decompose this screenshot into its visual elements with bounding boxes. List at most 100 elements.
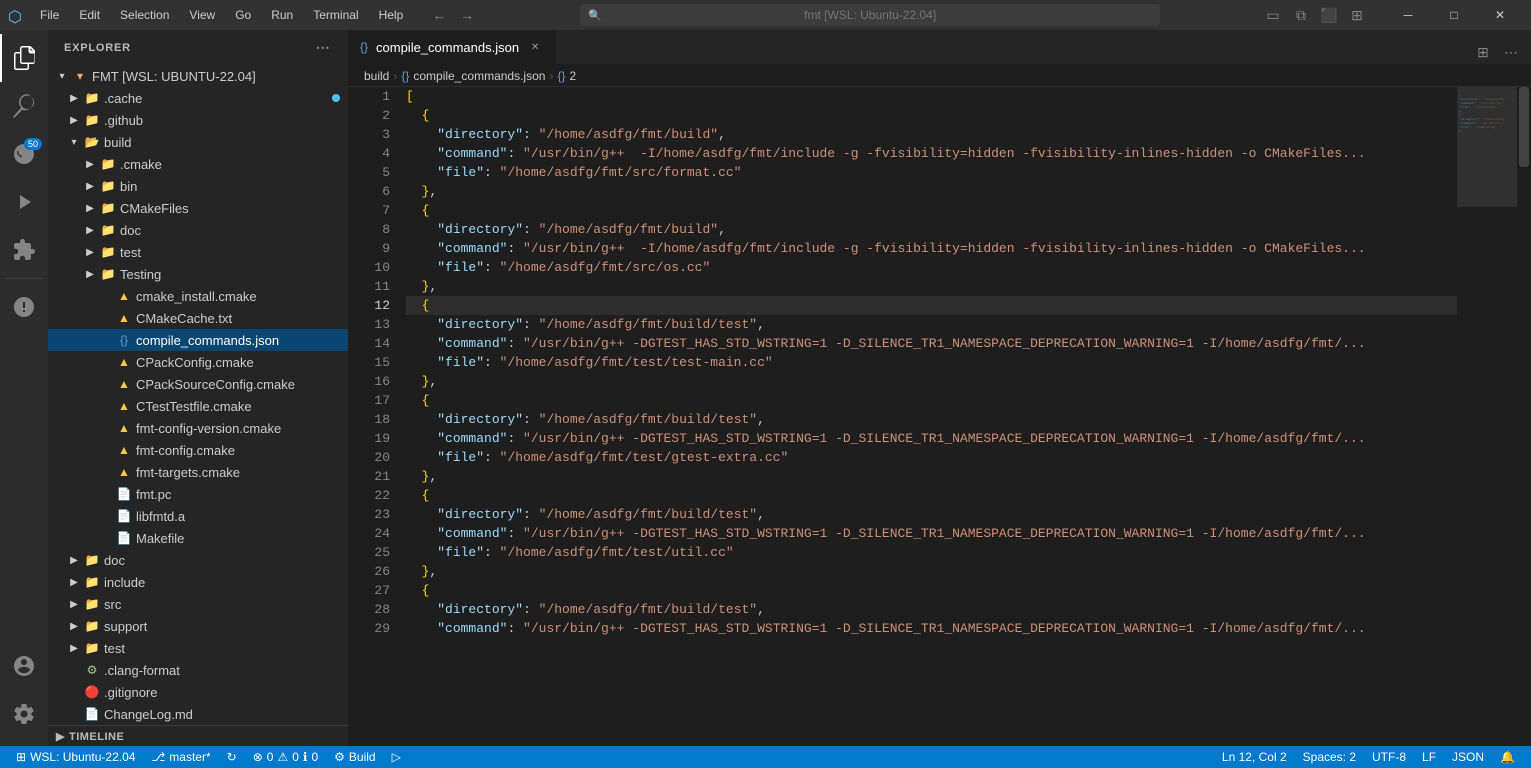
- more-tab-actions-button[interactable]: ⋯: [1499, 40, 1523, 64]
- status-run[interactable]: ▷: [384, 746, 409, 768]
- tree-item-support[interactable]: ▶ 📁 support: [48, 615, 348, 637]
- tree-item-clang-format[interactable]: ▶ ⚙ .clang-format: [48, 659, 348, 681]
- status-errors[interactable]: ⊗ 0 ⚠ 0 ℹ 0: [245, 746, 326, 768]
- layout-icon[interactable]: ▭: [1261, 3, 1285, 27]
- tree-item-doc-build[interactable]: ▶ 📁 doc: [48, 219, 348, 241]
- status-eol[interactable]: LF: [1414, 746, 1444, 768]
- minimap[interactable]: [ { "directory": "/home/asdfg...", "comm…: [1457, 87, 1517, 746]
- status-branch[interactable]: ⎇ master*: [143, 746, 218, 768]
- tree-item-ctestfile[interactable]: ▶ ▲ CTestTestfile.cmake: [48, 395, 348, 417]
- tree-item-bin[interactable]: ▶ 📁 bin: [48, 175, 348, 197]
- tab-close-compile-commands[interactable]: ✕: [527, 39, 543, 55]
- status-remote[interactable]: ⊞ WSL: Ubuntu-22.04: [8, 746, 143, 768]
- status-notifications[interactable]: 🔔: [1492, 746, 1523, 768]
- search-input[interactable]: [580, 4, 1160, 26]
- encoding-label: UTF-8: [1372, 750, 1406, 764]
- src-arrow: ▶: [68, 599, 80, 610]
- activity-account[interactable]: [0, 642, 48, 690]
- dotcmake-label: .cmake: [120, 157, 162, 172]
- status-sync[interactable]: ↻: [219, 746, 245, 768]
- tree-root[interactable]: ▾ ▾ FMT [WSL: UBUNTU-22.04]: [48, 65, 348, 87]
- maximize-button[interactable]: □: [1431, 0, 1477, 30]
- menu-selection[interactable]: Selection: [112, 6, 177, 24]
- activity-settings[interactable]: [0, 690, 48, 738]
- tree-item-src[interactable]: ▶ 📁 src: [48, 593, 348, 615]
- github-arrow: ▶: [68, 115, 80, 126]
- activity-explorer[interactable]: [0, 34, 48, 82]
- line-num-16: 16: [356, 372, 390, 391]
- menu-edit[interactable]: Edit: [71, 6, 108, 24]
- fmtpc-icon: 📄: [116, 486, 132, 502]
- status-build[interactable]: ⚙ Build: [326, 746, 383, 768]
- status-spaces[interactable]: Spaces: 2: [1295, 746, 1364, 768]
- split-editor-button[interactable]: ⊞: [1471, 40, 1495, 64]
- tree-item-fmtpc[interactable]: ▶ 📄 fmt.pc: [48, 483, 348, 505]
- menu-help[interactable]: Help: [371, 6, 412, 24]
- status-position[interactable]: Ln 12, Col 2: [1214, 746, 1295, 768]
- errors-icon: ⊗: [253, 750, 263, 764]
- menu-run[interactable]: Run: [263, 6, 301, 24]
- tree-item-build[interactable]: ▾ 📂 build: [48, 131, 348, 153]
- close-button[interactable]: ✕: [1477, 0, 1523, 30]
- code-content[interactable]: [ { "directory": "/home/asdfg/fmt/build"…: [398, 87, 1457, 746]
- new-file-button[interactable]: ⋯: [314, 39, 332, 57]
- test-label: test: [104, 641, 125, 656]
- tree-item-changelog[interactable]: ▶ 📄 ChangeLog.md: [48, 703, 348, 725]
- tree-item-test[interactable]: ▶ 📁 test: [48, 637, 348, 659]
- status-encoding[interactable]: UTF-8: [1364, 746, 1414, 768]
- position-label: Ln 12, Col 2: [1222, 750, 1287, 764]
- tree-item-cpackconfig[interactable]: ▶ ▲ CPackConfig.cmake: [48, 351, 348, 373]
- tree-item-cmakecache[interactable]: ▶ ▲ CMakeCache.txt: [48, 307, 348, 329]
- tree-item-fmt-config-version[interactable]: ▶ ▲ fmt-config-version.cmake: [48, 417, 348, 439]
- scrollbar-thumb[interactable]: [1519, 87, 1529, 167]
- vscode-icon: ⬡: [8, 7, 24, 23]
- activity-run-debug[interactable]: [0, 178, 48, 226]
- tree-item-cmakefiles[interactable]: ▶ 📁 CMakeFiles: [48, 197, 348, 219]
- tab-bar: {} compile_commands.json ✕ ⊞ ⋯: [348, 30, 1531, 65]
- include-folder-icon: 📁: [84, 574, 100, 590]
- vertical-scrollbar[interactable]: [1517, 87, 1531, 746]
- src-folder-icon: 📁: [84, 596, 100, 612]
- tree-item-test-build[interactable]: ▶ 📁 test: [48, 241, 348, 263]
- menu-go[interactable]: Go: [227, 6, 259, 24]
- cpackconfig-label: CPackConfig.cmake: [136, 355, 254, 370]
- breadcrumb-file[interactable]: {}compile_commands.json: [401, 69, 545, 83]
- activity-problems[interactable]: [0, 283, 48, 331]
- tree-item-cmake-install[interactable]: ▶ ▲ cmake_install.cmake: [48, 285, 348, 307]
- minimize-button[interactable]: ─: [1385, 0, 1431, 30]
- activity-extensions[interactable]: [0, 226, 48, 274]
- line-num-17: 17: [356, 391, 390, 410]
- tree-item-gitignore[interactable]: ▶ 🔴 .gitignore: [48, 681, 348, 703]
- tree-item-fmt-targets[interactable]: ▶ ▲ fmt-targets.cmake: [48, 461, 348, 483]
- tab-compile-commands[interactable]: {} compile_commands.json ✕: [348, 30, 556, 64]
- nav-back-button[interactable]: ←: [427, 3, 451, 27]
- activity-search[interactable]: [0, 82, 48, 130]
- tree-item-makefile[interactable]: ▶ 📄 Makefile: [48, 527, 348, 549]
- timeline-section[interactable]: ▶ TIMELINE: [48, 725, 348, 746]
- menu-file[interactable]: File: [32, 6, 67, 24]
- tree-item-cache[interactable]: ▶ 📁 .cache: [48, 87, 348, 109]
- tree-item-include[interactable]: ▶ 📁 include: [48, 571, 348, 593]
- code-line-26: },: [406, 562, 1457, 581]
- status-language[interactable]: JSON: [1444, 746, 1492, 768]
- menu-view[interactable]: View: [181, 6, 223, 24]
- activity-source-control[interactable]: 50: [0, 130, 48, 178]
- nav-forward-button[interactable]: →: [455, 3, 479, 27]
- line-num-6: 6: [356, 182, 390, 201]
- tree-item-libfmtd[interactable]: ▶ 📄 libfmtd.a: [48, 505, 348, 527]
- menu-terminal[interactable]: Terminal: [305, 6, 366, 24]
- tree-item-dotcmake[interactable]: ▶ 📁 .cmake: [48, 153, 348, 175]
- customize-layout-icon[interactable]: ⊞: [1345, 3, 1369, 27]
- tree-item-cpacksource[interactable]: ▶ ▲ CPackSourceConfig.cmake: [48, 373, 348, 395]
- tree-item-compile-commands[interactable]: ▶ {} compile_commands.json: [48, 329, 348, 351]
- tree-item-testing[interactable]: ▶ 📁 Testing: [48, 263, 348, 285]
- github-label: .github: [104, 113, 143, 128]
- include-label: include: [104, 575, 145, 590]
- split-layout-icon[interactable]: ⧉: [1289, 3, 1313, 27]
- breadcrumb-element[interactable]: {}2: [557, 69, 576, 83]
- tree-item-fmt-config[interactable]: ▶ ▲ fmt-config.cmake: [48, 439, 348, 461]
- panel-layout-icon[interactable]: ⬛: [1317, 3, 1341, 27]
- breadcrumb-build[interactable]: build: [364, 69, 389, 83]
- tree-item-doc[interactable]: ▶ 📁 doc: [48, 549, 348, 571]
- tree-item-github[interactable]: ▶ 📁 .github: [48, 109, 348, 131]
